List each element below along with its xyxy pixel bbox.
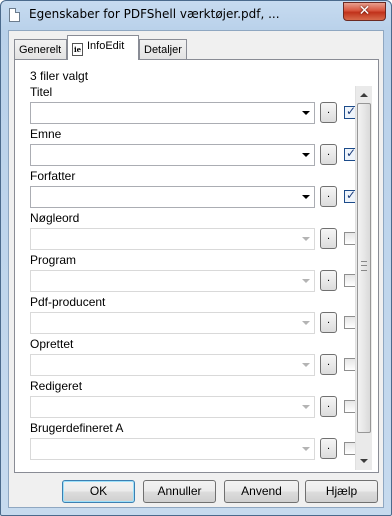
brugerdefineret-a-browse-button[interactable]: . — [320, 438, 337, 459]
grip-icon — [361, 261, 367, 271]
tab-generelt[interactable]: Generelt — [14, 39, 67, 59]
scroll-up-icon[interactable] — [356, 86, 372, 103]
field-program: Program . — [15, 253, 361, 295]
document-icon — [9, 8, 20, 22]
apply-button[interactable]: Anvend — [224, 480, 299, 503]
selected-files-count: 3 filer valgt — [30, 69, 89, 83]
cancel-button[interactable]: Annuller — [143, 480, 216, 503]
field-label: Redigeret — [30, 379, 83, 393]
window-title: Egenskaber for PDFShell værktøjer.pdf, .… — [29, 7, 280, 21]
field-list: Titel . Emne . Forfatter . — [15, 85, 361, 470]
chevron-down-icon[interactable] — [302, 279, 310, 283]
emne-combobox[interactable] — [30, 144, 315, 166]
redigeret-browse-button[interactable]: . — [320, 396, 337, 417]
close-icon: ✕ — [358, 2, 371, 18]
field-pdf-producent: Pdf-producent . — [15, 295, 361, 337]
tab-infoedit[interactable]: ie InfoEdit — [67, 35, 139, 60]
ie-document-icon: ie — [72, 43, 83, 56]
dialog-client: Generelt ie InfoEdit Detaljer 3 filer val… — [8, 30, 384, 508]
vertical-scrollbar[interactable] — [355, 86, 372, 470]
redigeret-combobox[interactable] — [30, 396, 315, 418]
brugerdefineret-a-combobox[interactable] — [30, 438, 315, 460]
chevron-down-icon[interactable] — [302, 153, 310, 157]
close-button[interactable]: ✕ — [343, 2, 386, 21]
noegleord-combobox[interactable] — [30, 228, 315, 250]
forfatter-combobox[interactable] — [30, 186, 315, 208]
pdf-producent-browse-button[interactable]: . — [320, 312, 337, 333]
emne-browse-button[interactable]: . — [320, 144, 337, 165]
scrollbar-thumb[interactable] — [357, 103, 371, 433]
infoedit-panel: 3 filer valgt Titel . Emne . Forfatter — [14, 59, 379, 473]
titel-browse-button[interactable]: . — [320, 102, 337, 123]
chevron-down-icon[interactable] — [302, 237, 310, 241]
titel-combobox[interactable] — [30, 102, 315, 124]
field-brugerdefineret-a: Brugerdefineret A . — [15, 421, 361, 463]
field-label: Titel — [30, 85, 53, 99]
field-label: Emne — [30, 127, 62, 141]
properties-dialog: Egenskaber for PDFShell værktøjer.pdf, .… — [0, 0, 392, 516]
oprettet-combobox[interactable] — [30, 354, 315, 376]
field-label: Pdf-producent — [30, 295, 106, 309]
pdf-producent-combobox[interactable] — [30, 312, 315, 334]
field-noegleord: Nøgleord . — [15, 211, 361, 253]
noegleord-browse-button[interactable]: . — [320, 228, 337, 249]
field-label: Brugerdefineret A — [30, 421, 124, 435]
program-browse-button[interactable]: . — [320, 270, 337, 291]
field-label: Nøgleord — [30, 211, 80, 225]
tab-label: Generelt — [19, 44, 62, 56]
tab-label: InfoEdit — [87, 40, 125, 52]
field-forfatter: Forfatter . — [15, 169, 361, 211]
tab-detaljer[interactable]: Detaljer — [139, 39, 187, 59]
forfatter-browse-button[interactable]: . — [320, 186, 337, 207]
field-emne: Emne . — [15, 127, 361, 169]
field-label: Oprettet — [30, 337, 74, 351]
title-bar[interactable]: Egenskaber for PDFShell værktøjer.pdf, .… — [1, 1, 391, 29]
oprettet-browse-button[interactable]: . — [320, 354, 337, 375]
chevron-down-icon[interactable] — [302, 405, 310, 409]
tab-label: Detaljer — [144, 44, 182, 56]
chevron-down-icon[interactable] — [302, 111, 310, 115]
field-redigeret: Redigeret . — [15, 379, 361, 421]
program-combobox[interactable] — [30, 270, 315, 292]
chevron-down-icon[interactable] — [302, 195, 310, 199]
field-label: Forfatter — [30, 169, 76, 183]
chevron-down-icon[interactable] — [302, 447, 310, 451]
ok-button[interactable]: OK — [62, 480, 135, 503]
help-button[interactable]: Hjælp — [305, 480, 378, 503]
field-label: Program — [30, 253, 77, 267]
scroll-down-icon[interactable] — [356, 453, 372, 470]
field-titel: Titel . — [15, 85, 361, 127]
chevron-down-icon[interactable] — [302, 321, 310, 325]
chevron-down-icon[interactable] — [302, 363, 310, 367]
field-oprettet: Oprettet . — [15, 337, 361, 379]
